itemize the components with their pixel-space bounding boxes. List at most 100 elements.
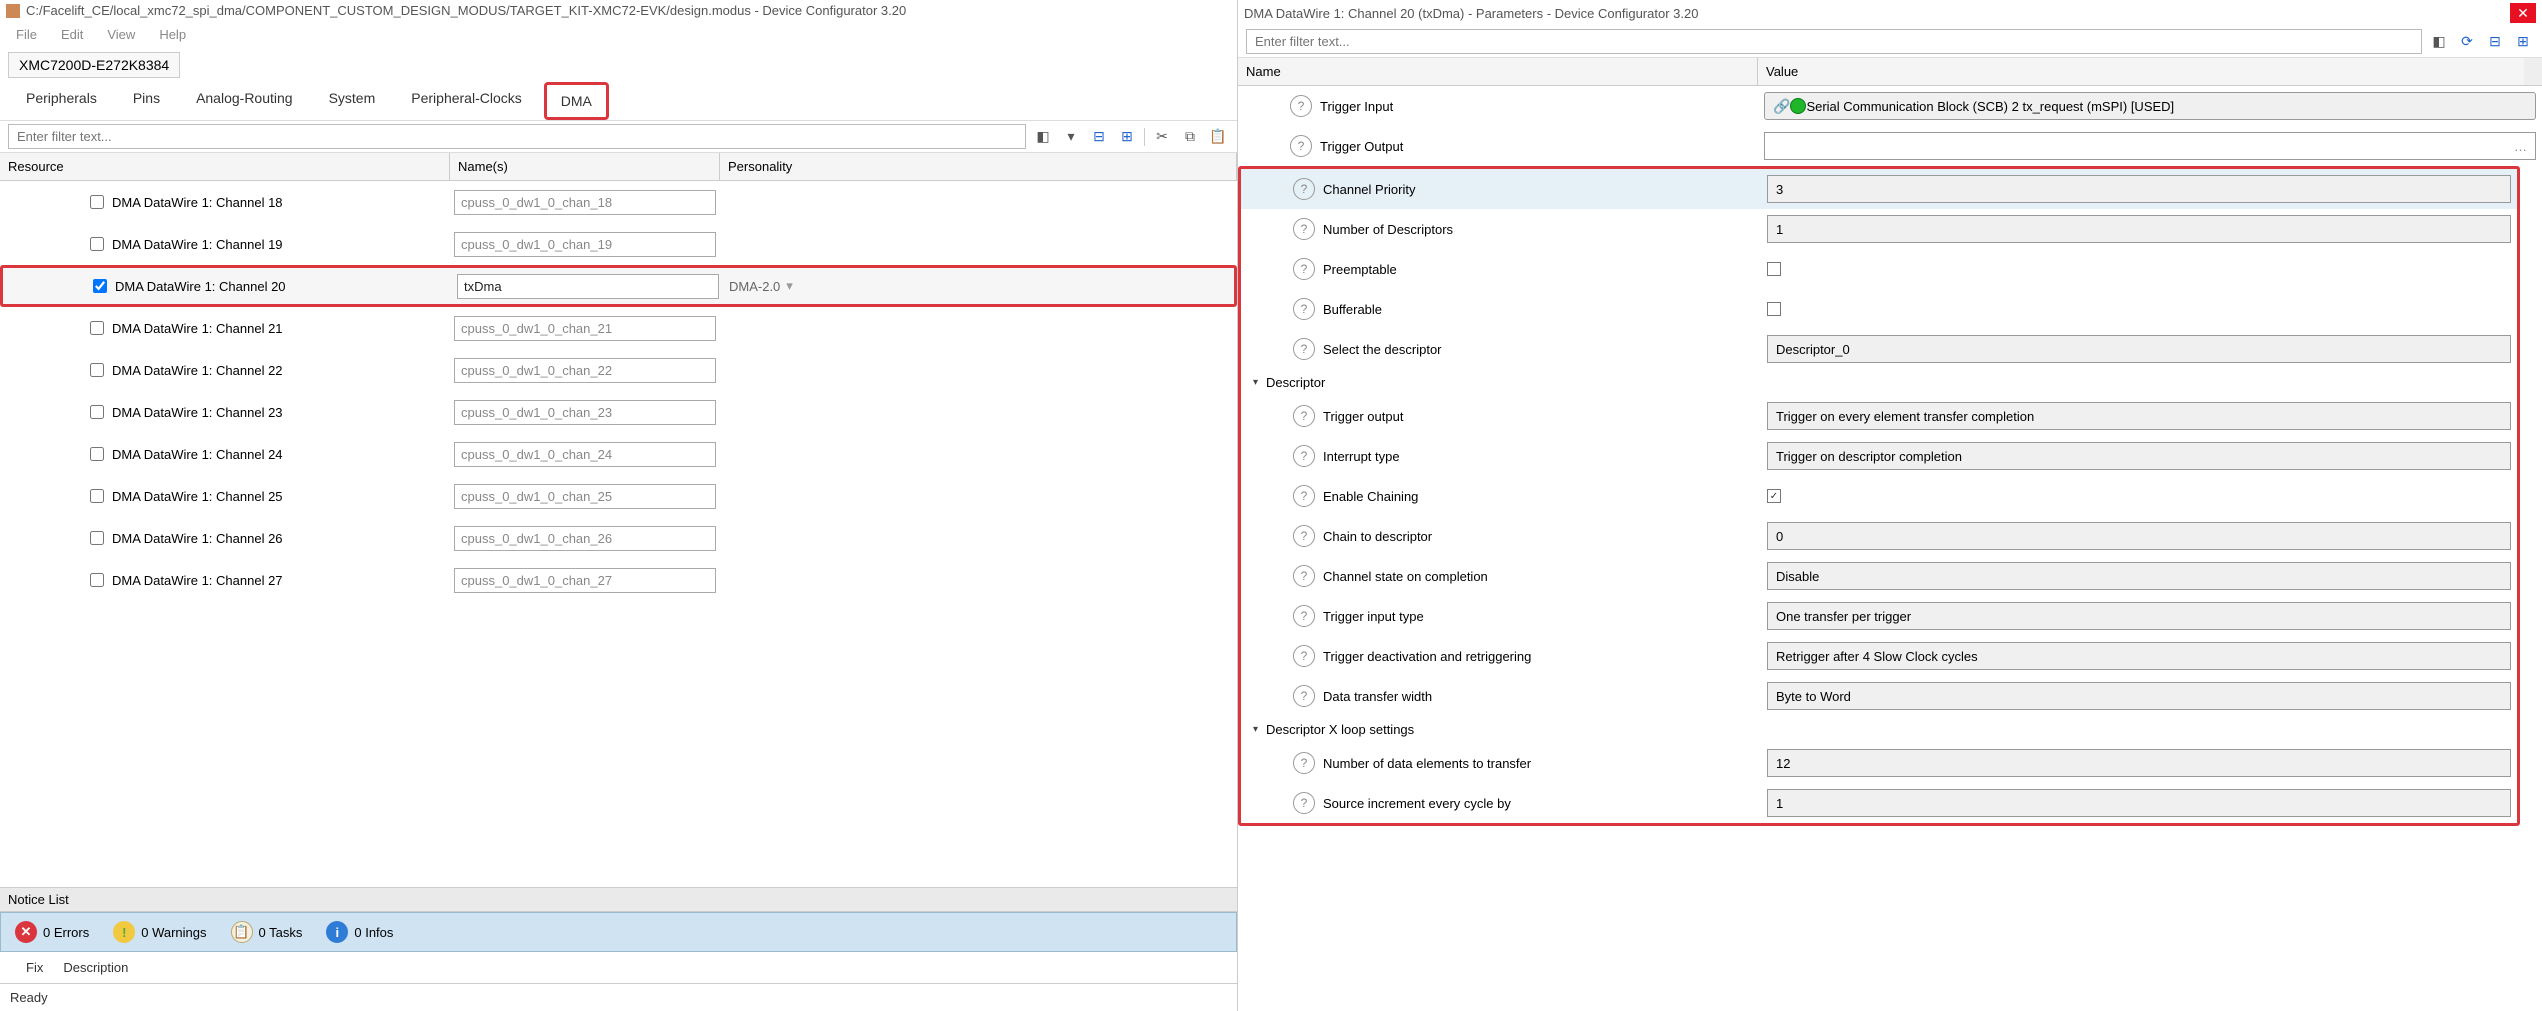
menu-file[interactable]: File: [16, 27, 37, 42]
link-icon[interactable]: 🔗: [1773, 98, 1790, 115]
name-field[interactable]: [454, 484, 716, 509]
name-field[interactable]: [454, 232, 716, 257]
help-icon[interactable]: ?: [1293, 525, 1315, 547]
help-icon[interactable]: ?: [1293, 405, 1315, 427]
help-icon[interactable]: ?: [1293, 685, 1315, 707]
value-box[interactable]: Trigger on descriptor completion: [1767, 442, 2511, 470]
param-group[interactable]: ▾Descriptor: [1241, 369, 2517, 396]
value-box[interactable]: One transfer per trigger: [1767, 602, 2511, 630]
scrollbar[interactable]: [2524, 58, 2542, 85]
desc-col[interactable]: Description: [63, 960, 128, 975]
tab-peripheral-clocks[interactable]: Peripheral-Clocks: [397, 82, 535, 120]
enable-checkbox[interactable]: [90, 447, 104, 461]
resource-row[interactable]: DMA DataWire 1: Channel 21: [0, 307, 1237, 349]
resource-row[interactable]: DMA DataWire 1: Channel 27: [0, 559, 1237, 601]
menu-view[interactable]: View: [107, 27, 135, 42]
hdr-value[interactable]: Value: [1758, 58, 2524, 85]
value-box[interactable]: Byte to Word: [1767, 682, 2511, 710]
resource-row[interactable]: DMA DataWire 1: Channel 22: [0, 349, 1237, 391]
close-button[interactable]: ✕: [2510, 3, 2536, 23]
help-icon[interactable]: ?: [1293, 178, 1315, 200]
help-icon[interactable]: ?: [1293, 338, 1315, 360]
resource-row[interactable]: DMA DataWire 1: Channel 24: [0, 433, 1237, 475]
expand-icon[interactable]: ⊞: [2512, 31, 2534, 53]
value-box[interactable]: 3: [1767, 175, 2511, 203]
value-box[interactable]: 1: [1767, 789, 2511, 817]
menu-help[interactable]: Help: [159, 27, 186, 42]
value-box[interactable]: Retrigger after 4 Slow Clock cycles: [1767, 642, 2511, 670]
enable-checkbox[interactable]: [90, 195, 104, 209]
hdr-personality[interactable]: Personality: [720, 153, 1237, 180]
help-icon[interactable]: ?: [1293, 445, 1315, 467]
resource-row[interactable]: DMA DataWire 1: Channel 25: [0, 475, 1237, 517]
help-icon[interactable]: ?: [1293, 645, 1315, 667]
param-group[interactable]: ▾Descriptor X loop settings: [1241, 716, 2517, 743]
copy-icon[interactable]: ⧉: [1179, 126, 1201, 148]
name-field[interactable]: [454, 190, 716, 215]
menu-edit[interactable]: Edit: [61, 27, 83, 42]
warnings-count[interactable]: !0 Warnings: [113, 921, 206, 943]
errors-count[interactable]: ✕0 Errors: [15, 921, 89, 943]
value-box[interactable]: Disable: [1767, 562, 2511, 590]
more-icon[interactable]: …: [2514, 139, 2527, 154]
infos-count[interactable]: i0 Infos: [326, 921, 393, 943]
tab-system[interactable]: System: [315, 82, 390, 120]
hdr-names[interactable]: Name(s): [450, 153, 720, 180]
cut-icon[interactable]: ✂: [1151, 126, 1173, 148]
hdr-name[interactable]: Name: [1238, 58, 1758, 85]
enable-checkbox[interactable]: [90, 531, 104, 545]
refresh-icon[interactable]: ⟳: [2456, 31, 2478, 53]
value-box[interactable]: 0: [1767, 522, 2511, 550]
enable-checkbox[interactable]: [90, 573, 104, 587]
right-filter-input[interactable]: [1246, 29, 2422, 54]
help-icon[interactable]: ?: [1293, 218, 1315, 240]
checkbox[interactable]: [1767, 262, 1781, 276]
name-field[interactable]: [454, 442, 716, 467]
eraser-icon[interactable]: ◧: [2428, 31, 2450, 53]
checkbox[interactable]: [1767, 302, 1781, 316]
checkbox[interactable]: ✓: [1767, 489, 1781, 503]
help-icon[interactable]: ?: [1293, 258, 1315, 280]
value-box[interactable]: Trigger on every element transfer comple…: [1767, 402, 2511, 430]
help-icon[interactable]: ?: [1290, 135, 1312, 157]
tab-analog-routing[interactable]: Analog-Routing: [182, 82, 307, 120]
hdr-resource[interactable]: Resource: [0, 153, 450, 180]
name-field[interactable]: [454, 526, 716, 551]
name-field[interactable]: [454, 568, 716, 593]
funnel-icon[interactable]: ▾: [1060, 126, 1082, 148]
name-field[interactable]: [454, 358, 716, 383]
enable-checkbox[interactable]: [90, 321, 104, 335]
value-box[interactable]: …: [1764, 132, 2536, 160]
help-icon[interactable]: ?: [1293, 298, 1315, 320]
help-icon[interactable]: ?: [1290, 95, 1312, 117]
value-box[interactable]: 12: [1767, 749, 2511, 777]
name-field[interactable]: [454, 316, 716, 341]
eraser-icon[interactable]: ◧: [1032, 126, 1054, 148]
help-icon[interactable]: ?: [1293, 605, 1315, 627]
fix-col[interactable]: Fix: [26, 960, 43, 975]
enable-checkbox[interactable]: [90, 363, 104, 377]
tab-peripherals[interactable]: Peripherals: [12, 82, 111, 120]
left-filter-input[interactable]: [8, 124, 1026, 149]
help-icon[interactable]: ?: [1293, 752, 1315, 774]
name-field[interactable]: [454, 400, 716, 425]
enable-checkbox[interactable]: [90, 405, 104, 419]
paste-icon[interactable]: 📋: [1207, 126, 1229, 148]
collapse-icon[interactable]: ⊟: [1088, 126, 1110, 148]
help-icon[interactable]: ?: [1293, 565, 1315, 587]
enable-checkbox[interactable]: [93, 279, 107, 293]
value-box[interactable]: Descriptor_0: [1767, 335, 2511, 363]
expand-icon[interactable]: ⊞: [1116, 126, 1138, 148]
resource-row[interactable]: DMA DataWire 1: Channel 26: [0, 517, 1237, 559]
help-icon[interactable]: ?: [1293, 485, 1315, 507]
tasks-count[interactable]: 📋0 Tasks: [231, 921, 303, 943]
help-icon[interactable]: ?: [1293, 792, 1315, 814]
collapse-icon[interactable]: ⊟: [2484, 31, 2506, 53]
name-field[interactable]: [457, 274, 719, 299]
tab-dma[interactable]: DMA: [544, 82, 609, 120]
enable-checkbox[interactable]: [90, 489, 104, 503]
enable-checkbox[interactable]: [90, 237, 104, 251]
device-chip[interactable]: XMC7200D-E272K8384: [8, 52, 180, 78]
value-box[interactable]: 1: [1767, 215, 2511, 243]
resource-row[interactable]: DMA DataWire 1: Channel 23: [0, 391, 1237, 433]
